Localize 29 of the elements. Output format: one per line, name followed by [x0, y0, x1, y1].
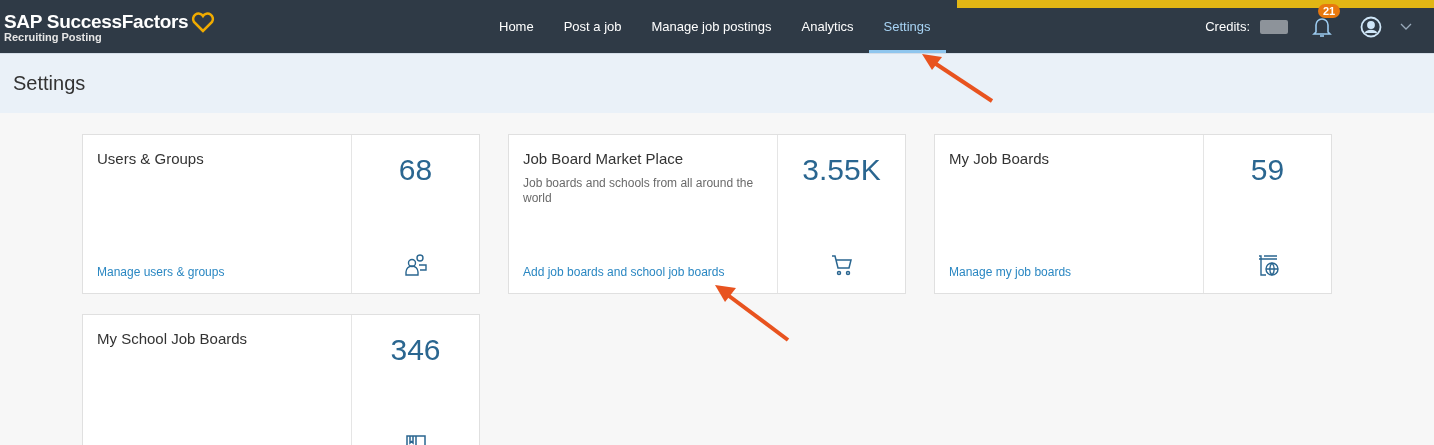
- tile-title: My Job Boards: [949, 150, 1051, 167]
- nav-tab[interactable]: Manage job postings: [636, 0, 787, 53]
- brand-name: SAP SuccessFactors: [4, 10, 189, 33]
- tile-description: Job boards and schools from all around the world: [523, 176, 755, 206]
- user-avatar-icon: [1360, 15, 1382, 38]
- tile-count: 68: [398, 153, 433, 187]
- tile-count: 59: [1250, 153, 1285, 187]
- cart-icon: [829, 253, 854, 277]
- bell-icon: [1312, 15, 1332, 38]
- tile-count: 346: [390, 333, 441, 367]
- tile-title: Job Board Market Place: [523, 150, 685, 167]
- nav-tab[interactable]: Home: [484, 0, 549, 53]
- credits-label: Credits:: [1205, 19, 1250, 34]
- tile-count: 3.55K: [802, 153, 881, 187]
- page-title: Settings: [13, 72, 86, 95]
- tile-title: Users & Groups: [97, 150, 205, 167]
- heart-icon: [191, 10, 216, 33]
- profile-button[interactable]: [1360, 15, 1382, 38]
- tile-link[interactable]: Add job boards and school job boards: [523, 265, 763, 279]
- blurred-value: [1260, 19, 1288, 34]
- chevron-down-icon: [1400, 22, 1412, 31]
- product-name: Recruiting Posting: [4, 30, 103, 43]
- tile-link[interactable]: Manage my job boards: [949, 265, 1189, 279]
- users-icon: [403, 253, 428, 277]
- nav-tab[interactable]: Post a job: [548, 0, 637, 53]
- nav-tab[interactable]: Analytics: [786, 0, 869, 53]
- tile-title: My School Job Boards: [97, 330, 249, 347]
- tile-link[interactable]: Manage users & groups: [97, 265, 337, 279]
- dropdown-button[interactable]: [1400, 22, 1412, 31]
